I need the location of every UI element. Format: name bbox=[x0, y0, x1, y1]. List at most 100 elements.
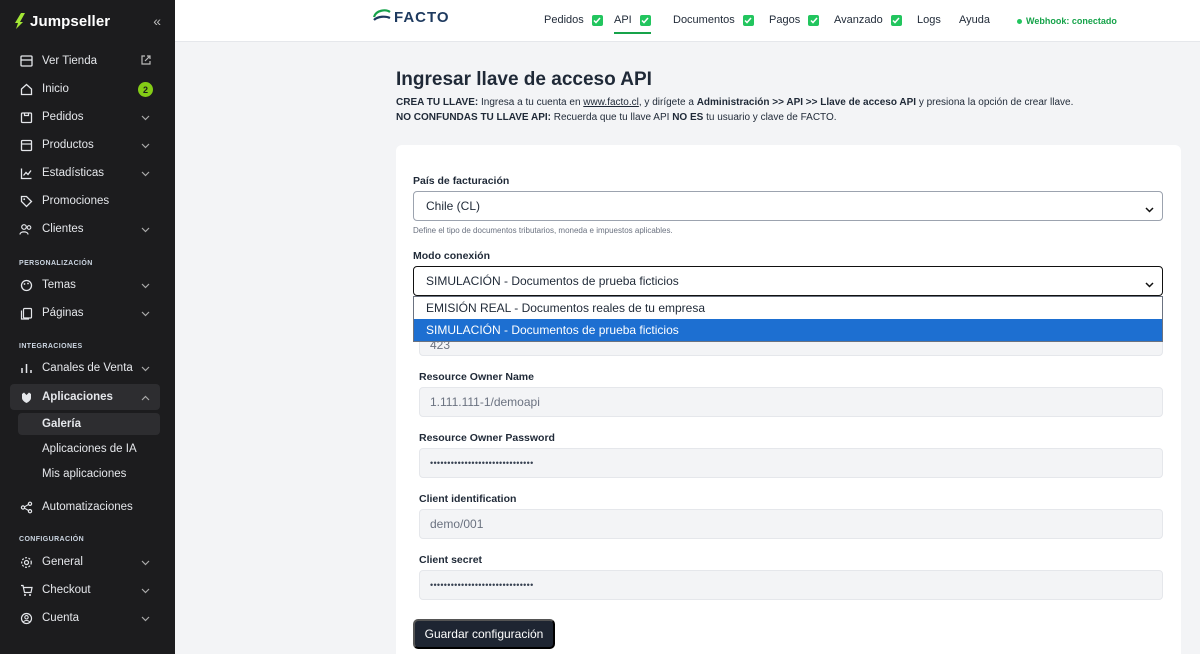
check-icon bbox=[742, 14, 754, 26]
chevron-down-icon bbox=[1145, 277, 1154, 291]
share-icon bbox=[19, 500, 33, 514]
tab-ayuda[interactable]: Ayuda bbox=[959, 14, 990, 26]
modo-select[interactable]: SIMULACIÓN - Documentos de prueba fictic… bbox=[413, 266, 1163, 296]
option-emision-real[interactable]: EMISIÓN REAL - Documentos reales de tu e… bbox=[414, 297, 1162, 319]
sidebar-item-ver-tienda[interactable]: Ver Tienda bbox=[10, 48, 160, 74]
chevron-down-icon bbox=[141, 308, 150, 320]
sidebar-item-estadisticas[interactable]: Estadísticas bbox=[10, 160, 160, 186]
option-simulacion[interactable]: SIMULACIÓN - Documentos de prueba fictic… bbox=[414, 319, 1162, 341]
sidebar-item-inicio[interactable]: Inicio 2 bbox=[10, 76, 160, 102]
sidebar-item-label: Promociones bbox=[42, 195, 110, 207]
sidebar-item-clientes[interactable]: Clientes bbox=[10, 216, 160, 242]
webhook-status: Webhook: conectado bbox=[1017, 16, 1117, 26]
sidebar-item-label: General bbox=[42, 556, 83, 568]
sidebar-item-label: Temas bbox=[42, 279, 76, 291]
sidebar-item-label: Mis aplicaciones bbox=[42, 468, 127, 480]
sidebar-item-canales[interactable]: Canales de Venta bbox=[10, 355, 160, 381]
sidebar-item-label: Productos bbox=[42, 139, 94, 151]
external-link-icon bbox=[140, 54, 152, 69]
webhook-status-text: Webhook: conectado bbox=[1026, 16, 1117, 26]
check-icon bbox=[591, 14, 603, 26]
tab-label: Logs bbox=[917, 14, 941, 26]
tab-label: Pagos bbox=[769, 14, 801, 26]
pages-icon bbox=[19, 306, 33, 320]
sidebar-item-label: Clientes bbox=[42, 223, 84, 235]
sidebar-item-cuenta[interactable]: Cuenta bbox=[10, 605, 160, 631]
chevron-down-icon bbox=[141, 280, 150, 292]
collapse-sidebar-icon[interactable]: « bbox=[153, 13, 161, 29]
sidebar-item-paginas[interactable]: Páginas bbox=[10, 300, 160, 326]
client-secret-input[interactable]: •••••••••••••••••••••••••••••• bbox=[419, 570, 1163, 600]
client-secret-label: Client secret bbox=[419, 554, 483, 566]
sidebar-item-aplicaciones[interactable]: Aplicaciones bbox=[10, 384, 160, 410]
info-line-warning: NO CONFUNDAS TU LLAVE API: Recuerda que … bbox=[396, 112, 837, 123]
facto-link[interactable]: www.facto.cl bbox=[583, 97, 639, 108]
tab-label: Pedidos bbox=[544, 14, 584, 26]
owner-name-input[interactable]: 1.111.111-1/demoapi bbox=[419, 387, 1163, 417]
sidebar-item-label: Ver Tienda bbox=[42, 55, 97, 67]
store-icon bbox=[19, 54, 33, 68]
info-text: Ingresa a tu cuenta en bbox=[478, 97, 584, 108]
sidebar-subitem-galeria[interactable]: Galería bbox=[18, 413, 160, 435]
sidebar-item-label: Aplicaciones de IA bbox=[42, 443, 137, 455]
chevron-down-icon bbox=[141, 168, 150, 180]
owner-password-label: Resource Owner Password bbox=[419, 432, 555, 444]
chart-icon bbox=[19, 166, 33, 180]
info-bold: NO CONFUNDAS TU LLAVE API: bbox=[396, 112, 551, 123]
sidebar-item-label: Cuenta bbox=[42, 612, 80, 624]
section-label-personalizacion: PERSONALIZACIÓN bbox=[19, 260, 93, 267]
sidebar-item-label: Inicio bbox=[42, 83, 69, 95]
chevron-down-icon bbox=[141, 224, 150, 236]
owner-password-value: •••••••••••••••••••••••••••••• bbox=[430, 458, 534, 468]
sidebar-item-pedidos[interactable]: Pedidos bbox=[10, 104, 160, 130]
tab-logs[interactable]: Logs bbox=[917, 14, 941, 26]
tab-avanzado[interactable]: Avanzado bbox=[834, 14, 902, 26]
tab-label: Documentos bbox=[673, 14, 735, 26]
pais-select[interactable]: Chile (CL) bbox=[413, 191, 1163, 221]
tab-pagos[interactable]: Pagos bbox=[769, 14, 820, 26]
box-icon bbox=[19, 138, 33, 152]
info-bold: CREA TU LLAVE: bbox=[396, 97, 479, 108]
info-line-create-key: CREA TU LLAVE: Ingresa a tu cuenta en ww… bbox=[396, 97, 1073, 108]
facto-logo: FACTO bbox=[372, 8, 450, 26]
tab-label: Ayuda bbox=[959, 14, 990, 26]
owner-password-input[interactable]: •••••••••••••••••••••••••••••• bbox=[419, 448, 1163, 478]
tab-api[interactable]: API bbox=[614, 14, 651, 34]
gear-icon bbox=[19, 555, 33, 569]
sidebar-item-general[interactable]: General bbox=[10, 549, 160, 575]
tab-label: Avanzado bbox=[834, 14, 883, 26]
sidebar-subitem-mis-apps[interactable]: Mis aplicaciones bbox=[18, 463, 160, 485]
tag-icon bbox=[19, 194, 33, 208]
sidebar-subitem-apps-ia[interactable]: Aplicaciones de IA bbox=[18, 438, 160, 460]
notification-badge: 2 bbox=[138, 82, 153, 97]
check-icon bbox=[890, 14, 902, 26]
chevron-down-icon bbox=[141, 140, 150, 152]
apps-icon bbox=[19, 390, 33, 404]
section-label-configuracion: CONFIGURACIÓN bbox=[19, 536, 85, 543]
client-id-input[interactable]: demo/001 bbox=[419, 509, 1163, 539]
sidebar: Jumpseller « Ver Tienda Inicio 2 Pedidos… bbox=[0, 0, 175, 654]
info-text: Recuerda que tu llave API bbox=[551, 112, 673, 123]
sidebar-item-promociones[interactable]: Promociones bbox=[10, 188, 160, 214]
facto-logo-icon bbox=[372, 9, 391, 21]
pais-label: País de facturación bbox=[413, 175, 510, 187]
sidebar-item-automatizaciones[interactable]: Automatizaciones bbox=[10, 494, 160, 520]
sidebar-item-checkout[interactable]: Checkout bbox=[10, 577, 160, 603]
jumpseller-logo-icon bbox=[15, 13, 25, 29]
facto-logo-text: FACTO bbox=[394, 8, 450, 26]
owner-name-value: 1.111.111-1/demoapi bbox=[430, 395, 540, 409]
sidebar-item-label: Aplicaciones bbox=[42, 391, 113, 403]
sidebar-item-temas[interactable]: Temas bbox=[10, 272, 160, 298]
client-id-value: demo/001 bbox=[430, 517, 484, 531]
save-config-button[interactable]: Guardar configuración bbox=[413, 619, 555, 649]
sidebar-item-label: Automatizaciones bbox=[42, 501, 133, 513]
tab-documentos[interactable]: Documentos bbox=[673, 14, 754, 26]
tab-pedidos[interactable]: Pedidos bbox=[544, 14, 603, 26]
pais-hint: Define el tipo de documentos tributarios… bbox=[413, 226, 673, 235]
sidebar-item-productos[interactable]: Productos bbox=[10, 132, 160, 158]
chevron-down-icon bbox=[141, 613, 150, 625]
sidebar-item-label: Pedidos bbox=[42, 111, 84, 123]
chevron-down-icon bbox=[1145, 202, 1154, 216]
chevron-down-icon bbox=[141, 363, 150, 375]
chevron-down-icon bbox=[141, 585, 150, 597]
